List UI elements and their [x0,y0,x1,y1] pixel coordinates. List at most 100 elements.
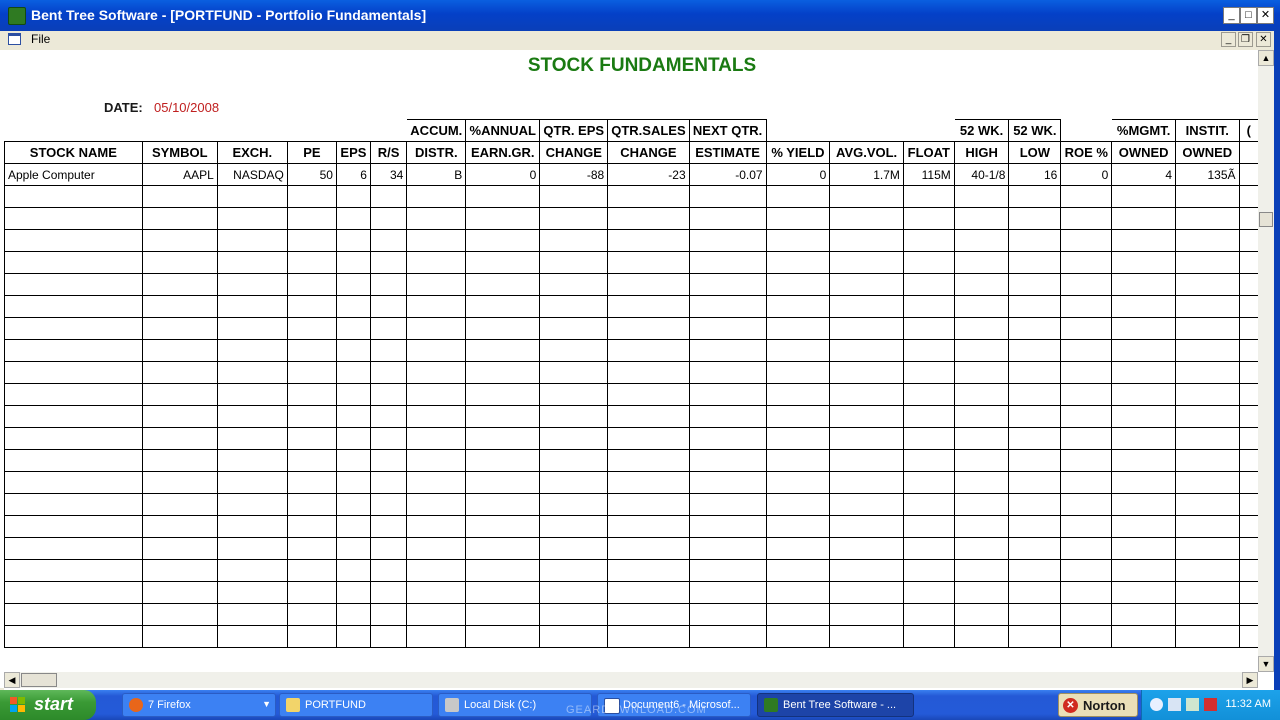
table-cell[interactable] [829,493,904,516]
table-cell[interactable] [286,581,337,604]
table-cell[interactable] [1060,581,1113,604]
table-cell[interactable] [1060,317,1113,340]
table-cell[interactable] [829,471,904,494]
column-header[interactable]: R/S [369,141,408,164]
table-cell[interactable] [1238,603,1259,626]
mdi-restore-button[interactable]: ❐ [1238,32,1253,47]
table-cell[interactable] [406,251,467,274]
table-cell[interactable] [688,449,767,472]
table-cell[interactable] [141,339,218,362]
table-cell[interactable] [4,471,143,494]
table-cell[interactable] [765,207,831,230]
table-cell[interactable] [465,603,541,626]
table-cell[interactable] [953,185,1010,208]
table-cell[interactable] [953,361,1010,384]
table-cell[interactable] [829,625,904,648]
table-cell[interactable] [335,625,371,648]
table-cell[interactable]: -88 [539,163,609,186]
table-cell[interactable] [465,229,541,252]
table-cell[interactable] [829,251,904,274]
table-cell[interactable] [902,493,955,516]
table-cell[interactable] [141,449,218,472]
table-cell[interactable] [335,207,371,230]
table-cell[interactable] [1175,339,1240,362]
table-cell[interactable] [216,559,288,582]
table-cell[interactable] [465,339,541,362]
table-cell[interactable] [4,427,143,450]
table-cell[interactable] [406,383,467,406]
table-cell[interactable] [1111,515,1177,538]
table-cell[interactable] [1175,317,1240,340]
table-cell[interactable] [1111,339,1177,362]
table-cell[interactable] [607,405,690,428]
table-cell[interactable] [607,427,690,450]
table-cell[interactable] [539,295,609,318]
table-cell[interactable] [1060,537,1113,560]
table-cell[interactable] [539,471,609,494]
table-cell[interactable] [1060,427,1113,450]
menu-file[interactable]: File [31,32,50,46]
table-cell[interactable] [1175,295,1240,318]
table-cell[interactable] [1008,515,1062,538]
table-cell[interactable] [765,515,831,538]
table-cell[interactable] [406,515,467,538]
scroll-up-arrow-icon[interactable]: ▲ [1258,50,1274,66]
table-cell[interactable] [1008,251,1062,274]
table-cell[interactable]: 6 [335,163,371,186]
table-cell[interactable] [335,603,371,626]
table-cell[interactable] [465,471,541,494]
table-cell[interactable] [141,471,218,494]
table-cell[interactable] [4,537,143,560]
table-cell[interactable] [607,383,690,406]
table-cell[interactable] [765,185,831,208]
table-cell[interactable] [1008,361,1062,384]
table-cell[interactable] [286,427,337,450]
table-cell[interactable] [1060,559,1113,582]
table-cell[interactable] [216,603,288,626]
table-cell[interactable] [953,339,1010,362]
table-cell[interactable] [141,559,218,582]
table-cell[interactable] [1060,207,1113,230]
table-cell[interactable] [286,251,337,274]
table-cell[interactable] [1175,405,1240,428]
table-cell[interactable] [1060,339,1113,362]
table-cell[interactable] [607,317,690,340]
table-cell[interactable] [1111,361,1177,384]
table-cell[interactable] [1008,625,1062,648]
table-cell[interactable] [1008,603,1062,626]
table-cell[interactable] [335,361,371,384]
table-cell[interactable] [335,537,371,560]
table-cell[interactable] [465,515,541,538]
table-cell[interactable] [4,361,143,384]
table-cell[interactable] [1238,625,1259,648]
task-firefox[interactable]: 7 Firefox ▼ [122,693,276,717]
table-cell[interactable] [1238,405,1259,428]
table-cell[interactable] [539,273,609,296]
table-cell[interactable] [953,515,1010,538]
table-cell[interactable] [953,229,1010,252]
table-cell[interactable] [465,273,541,296]
table-cell[interactable] [286,361,337,384]
table-cell[interactable] [829,515,904,538]
table-cell[interactable] [4,251,143,274]
table-cell[interactable] [369,251,408,274]
column-header[interactable]: DISTR. [406,141,467,164]
table-cell[interactable] [765,559,831,582]
table-cell[interactable] [335,273,371,296]
tray-expand-icon[interactable] [1150,698,1163,711]
table-cell[interactable] [539,207,609,230]
table-cell[interactable] [465,559,541,582]
table-cell[interactable] [829,603,904,626]
table-cell[interactable]: 16 [1008,163,1062,186]
table-cell[interactable] [1175,207,1240,230]
table-cell[interactable] [369,185,408,208]
table-cell[interactable] [1175,493,1240,516]
table-cell[interactable] [465,581,541,604]
table-cell[interactable] [216,581,288,604]
table-cell[interactable] [335,581,371,604]
table-cell[interactable] [4,603,143,626]
table-cell[interactable] [406,339,467,362]
table-cell[interactable] [465,427,541,450]
table-cell[interactable] [1175,427,1240,450]
table-cell[interactable] [539,361,609,384]
